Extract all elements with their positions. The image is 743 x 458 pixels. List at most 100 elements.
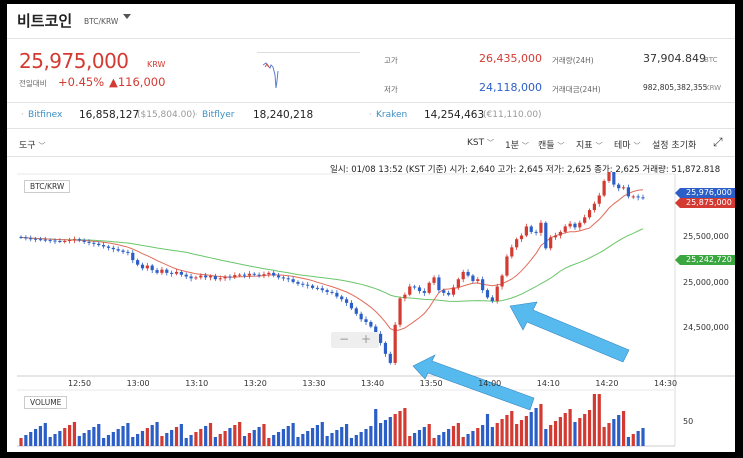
candle-body (267, 272, 271, 275)
indicators-select[interactable]: 지표 ﹀ (576, 138, 602, 151)
candle-body (544, 222, 548, 249)
volume-bar (208, 423, 213, 446)
volume-bar (369, 426, 373, 446)
candle-body (48, 240, 52, 242)
volume-bar (252, 430, 256, 446)
theme-select[interactable]: 테마 ﹀ (614, 138, 640, 151)
candle-body (583, 217, 587, 223)
volume-bar (563, 413, 567, 446)
exchange-dot: · (21, 110, 24, 119)
timezone-select[interactable]: KST ﹀ (467, 138, 494, 148)
volume-bar (349, 438, 354, 446)
volume-bar (383, 420, 388, 446)
exchange-usd-bitfinex: ($15,804.00) (137, 110, 196, 120)
divider (7, 38, 735, 39)
last-price-tag: 25,976,000 (675, 188, 735, 198)
candle-body (238, 274, 242, 276)
volume-bar (160, 436, 164, 446)
candle-body (131, 252, 135, 261)
candle-body (242, 274, 247, 276)
timezone-label: KST (467, 138, 485, 148)
volume-bar (388, 417, 392, 446)
candle-body (422, 291, 426, 293)
exchange-name-bitfinex[interactable]: Bitfinex (28, 110, 62, 120)
candle-body (602, 180, 606, 196)
volume-bar (408, 436, 412, 446)
volume-bar (641, 428, 645, 446)
theme-label: 테마 (614, 141, 631, 151)
candle-body (388, 353, 392, 363)
candle-body (150, 265, 154, 271)
volume-bar (310, 428, 315, 446)
candle-body (320, 288, 324, 291)
candle-body (24, 237, 28, 239)
candle-body (310, 285, 315, 288)
y-tick-label: 24,500,000 (683, 323, 729, 332)
volume-bar (568, 409, 572, 446)
change-percent: +0.45% (58, 75, 105, 89)
zoom-out-icon[interactable]: − (339, 332, 349, 346)
candle-body (315, 287, 320, 289)
exchange-price-kraken: 14,254,463 (424, 109, 485, 121)
volume-bar (636, 431, 640, 446)
volume-bar (126, 423, 130, 446)
candle-body (442, 290, 446, 293)
candle-body (563, 226, 567, 232)
chart-type-select[interactable]: 캔들 ﹀ (538, 138, 564, 151)
candle-body (286, 278, 290, 280)
fullscreen-icon[interactable]: ⤢ (713, 135, 723, 150)
zoom-in-icon[interactable]: + (361, 332, 371, 346)
candle-body (626, 187, 631, 197)
candle-body (476, 279, 480, 282)
volume-bar (286, 426, 290, 446)
candle-body (160, 269, 164, 273)
volume-bar (481, 425, 485, 446)
x-tick-label: 14:30 (654, 379, 678, 388)
volume-bar (578, 418, 582, 446)
zoom-control[interactable]: − + (331, 332, 379, 348)
candle-body (519, 235, 524, 240)
volume-bar (359, 432, 363, 446)
volume-bar (573, 422, 577, 446)
exchange-price-bitfinex: 16,858,127 (79, 109, 140, 121)
volume-bar (72, 422, 77, 446)
coin-dropdown-icon[interactable] (123, 14, 131, 19)
tools-menu[interactable]: 도구 ﹀ (19, 138, 45, 151)
candle-body (641, 197, 645, 199)
candle-body (578, 222, 582, 228)
volume-bar (145, 428, 149, 446)
volume-bar (510, 411, 514, 446)
candle-body (553, 235, 558, 238)
candle-body (213, 276, 217, 280)
candle-body (612, 172, 616, 185)
candle-body (291, 279, 295, 282)
candle-body (349, 302, 354, 309)
candle-body (636, 196, 640, 198)
interval-select[interactable]: 1분 ﹀ (505, 138, 529, 151)
volume-bar (393, 414, 397, 446)
volume-bar (456, 423, 460, 446)
candle-body (398, 298, 402, 325)
exchange-name-kraken[interactable]: Kraken (376, 110, 407, 120)
candle-body (102, 245, 106, 247)
x-tick-label: 13:40 (361, 379, 385, 388)
candle-body (437, 277, 441, 291)
volume-bar (344, 424, 349, 446)
x-tick-label: 13:20 (243, 379, 267, 388)
volume-bar (320, 422, 324, 446)
volume-bar (179, 424, 183, 446)
reset-settings-button[interactable]: 설정 초기화 (652, 138, 696, 151)
change-label: 전일대비 (19, 79, 47, 88)
volume-bar (583, 414, 587, 446)
volume-bar (184, 438, 188, 446)
volume-bar (102, 438, 106, 446)
candlestick-chart[interactable] (7, 172, 735, 452)
amount-24h-value: 982,805,382,355 (643, 83, 708, 92)
candle-body (184, 274, 188, 277)
exchange-name-bitflyer[interactable]: Bitflyer (202, 110, 234, 120)
interval-label: 1분 (505, 141, 520, 151)
volume-bar (490, 427, 494, 446)
volume-bar (432, 438, 436, 446)
candle-body (276, 275, 281, 278)
volume-bar (189, 435, 193, 446)
